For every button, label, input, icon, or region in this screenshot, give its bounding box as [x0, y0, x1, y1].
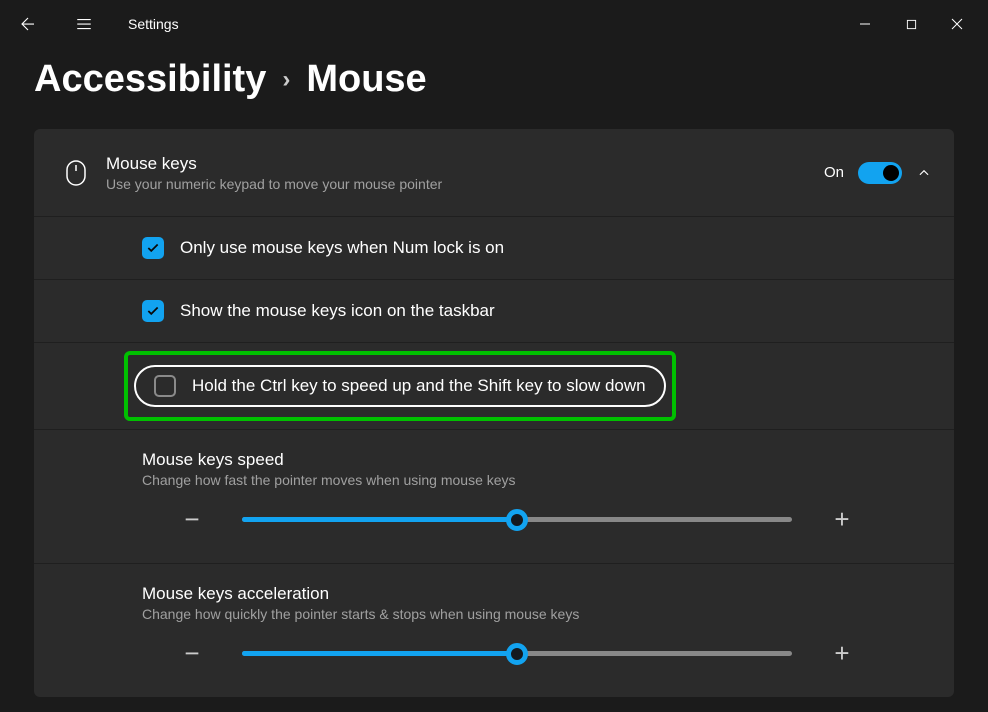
mouse-icon	[56, 159, 96, 187]
accel-decrease-button[interactable]: −	[172, 638, 212, 669]
accel-subtitle: Change how quickly the pointer starts & …	[142, 606, 932, 622]
speed-title: Mouse keys speed	[142, 450, 932, 470]
option-numlock-row[interactable]: Only use mouse keys when Num lock is on	[34, 217, 954, 280]
speed-slider[interactable]	[242, 517, 792, 522]
option-ctrlshift-label: Hold the Ctrl key to speed up and the Sh…	[192, 376, 646, 396]
chevron-right-icon: ›	[282, 66, 290, 94]
accel-slider[interactable]	[242, 651, 792, 656]
speed-section: Mouse keys speed Change how fast the poi…	[34, 430, 954, 564]
option-ctrlshift-row[interactable]: Hold the Ctrl key to speed up and the Sh…	[34, 343, 954, 430]
mouse-keys-title: Mouse keys	[106, 154, 824, 174]
speed-increase-button[interactable]: +	[822, 504, 862, 535]
accel-title: Mouse keys acceleration	[142, 584, 932, 604]
accel-section: Mouse keys acceleration Change how quick…	[34, 564, 954, 697]
speed-decrease-button[interactable]: −	[172, 504, 212, 535]
breadcrumb-current: Mouse	[306, 58, 426, 101]
checkbox-ctrlshift[interactable]	[154, 375, 176, 397]
window-maximize[interactable]	[888, 8, 934, 40]
mouse-keys-card: Mouse keys Use your numeric keypad to mo…	[34, 129, 954, 697]
chevron-up-icon[interactable]	[916, 165, 932, 181]
checkbox-numlock[interactable]	[142, 237, 164, 259]
breadcrumb-parent[interactable]: Accessibility	[34, 58, 266, 101]
mouse-keys-toggle[interactable]	[858, 162, 902, 184]
mouse-keys-header[interactable]: Mouse keys Use your numeric keypad to mo…	[34, 129, 954, 217]
option-taskbar-row[interactable]: Show the mouse keys icon on the taskbar	[34, 280, 954, 343]
toggle-state-label: On	[824, 164, 844, 181]
speed-subtitle: Change how fast the pointer moves when u…	[142, 472, 932, 488]
hamburger-menu-icon[interactable]	[64, 4, 104, 44]
breadcrumb: Accessibility › Mouse	[34, 58, 954, 101]
back-button[interactable]	[8, 4, 48, 44]
mouse-keys-subtitle: Use your numeric keypad to move your mou…	[106, 176, 824, 192]
window-close[interactable]	[934, 8, 980, 40]
option-numlock-label: Only use mouse keys when Num lock is on	[180, 238, 504, 258]
focus-highlight: Hold the Ctrl key to speed up and the Sh…	[124, 351, 676, 421]
window-minimize[interactable]	[842, 8, 888, 40]
option-taskbar-label: Show the mouse keys icon on the taskbar	[180, 301, 495, 321]
accel-increase-button[interactable]: +	[822, 638, 862, 669]
app-title: Settings	[128, 16, 179, 32]
checkbox-taskbar[interactable]	[142, 300, 164, 322]
